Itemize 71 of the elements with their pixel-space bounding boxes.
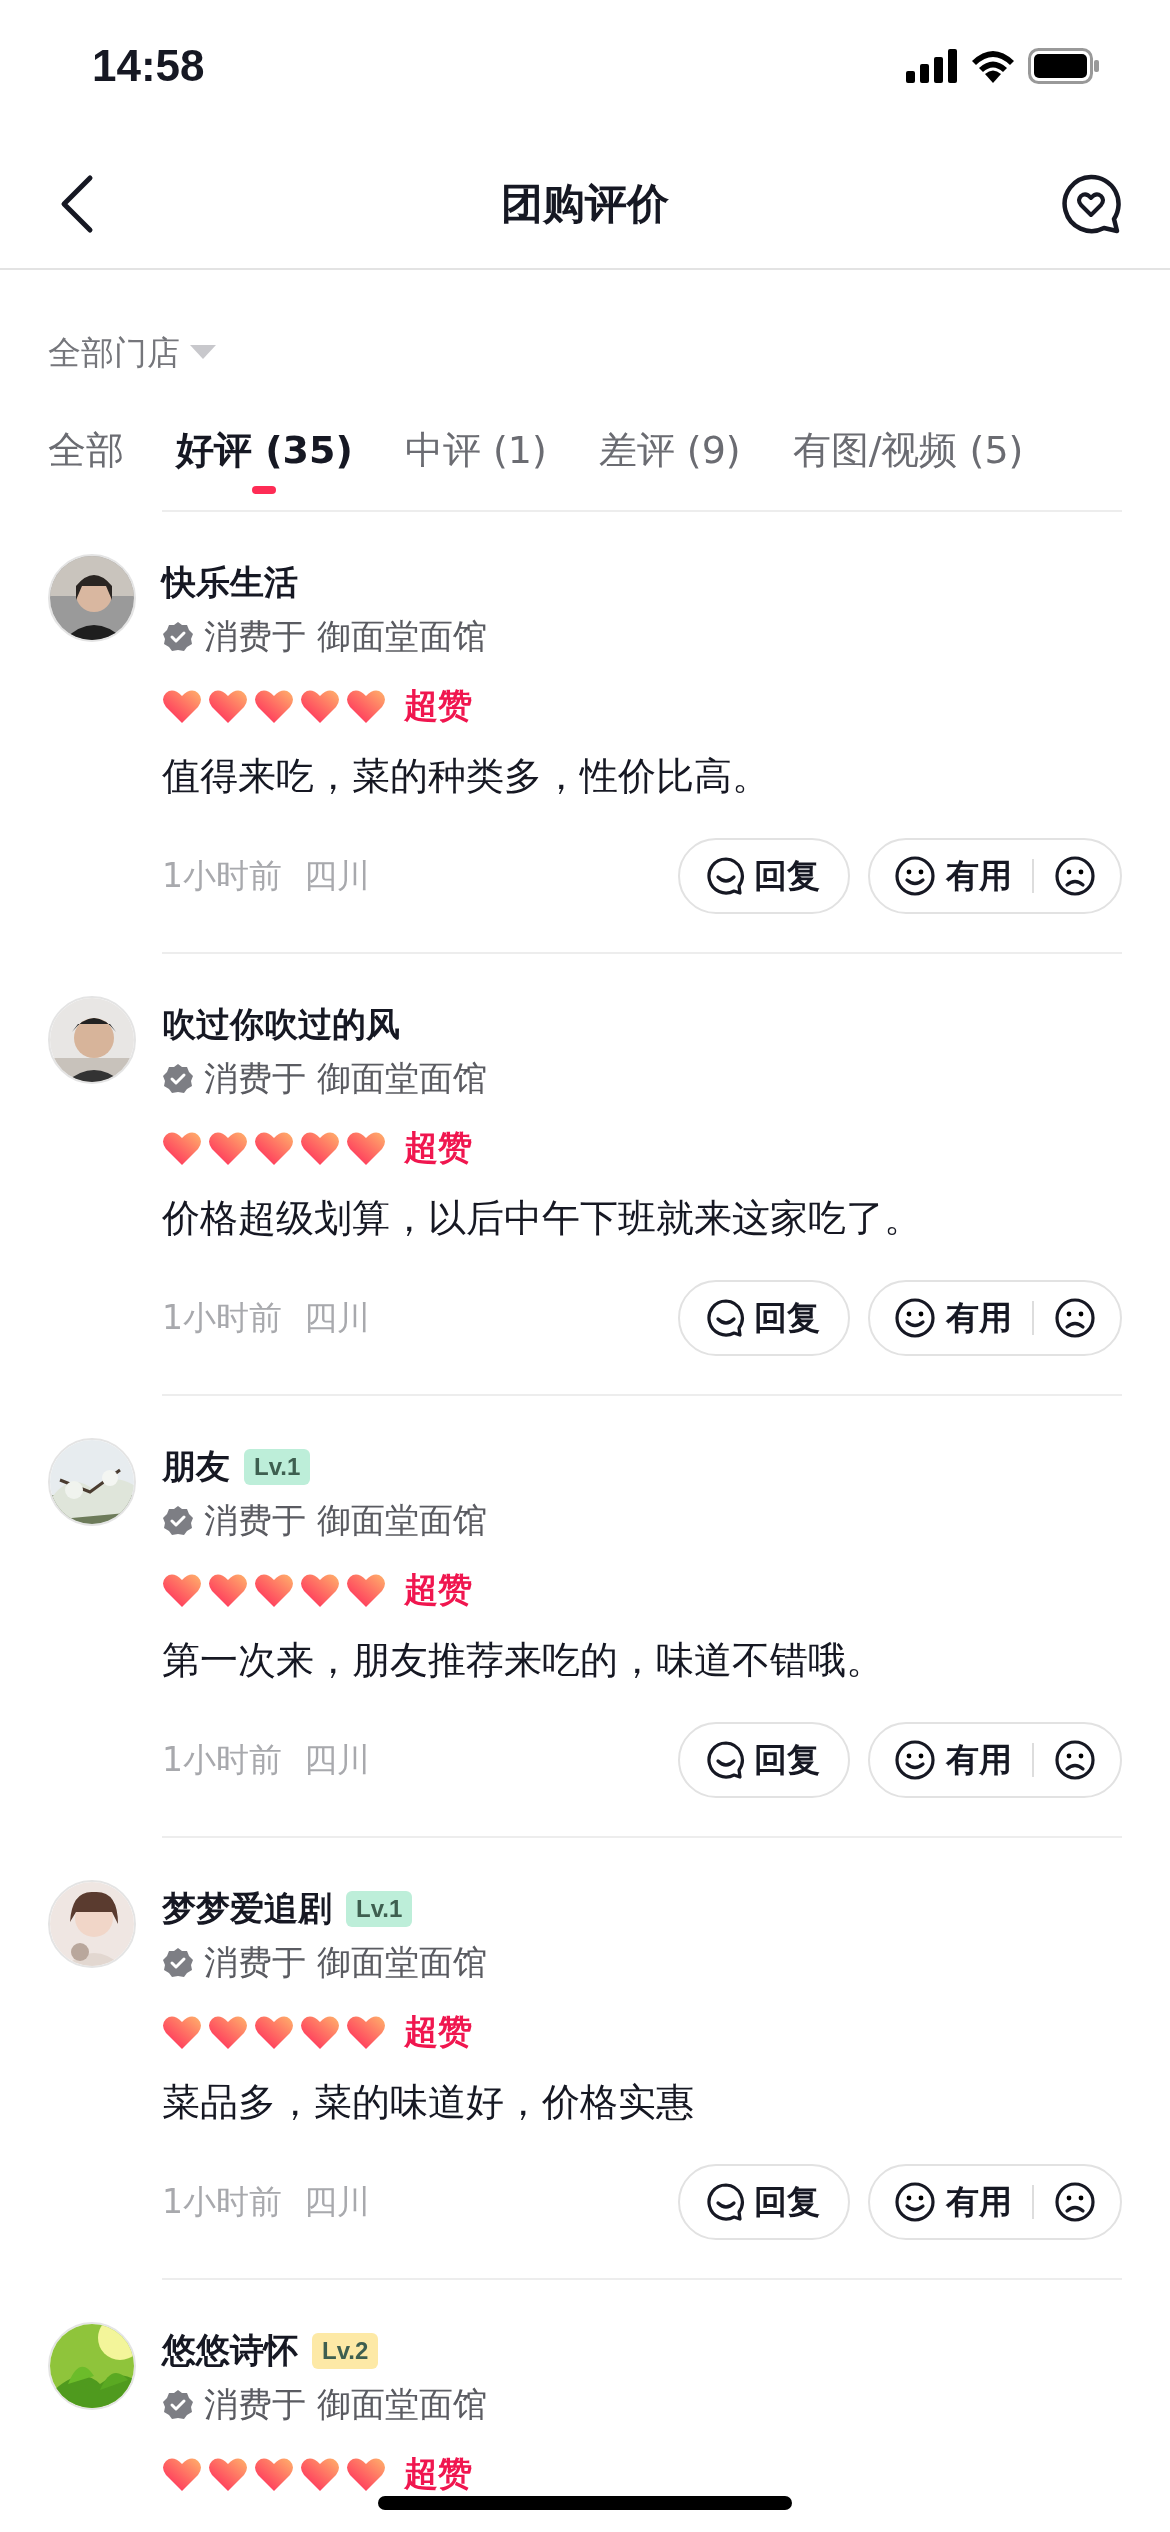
battery-icon (1028, 48, 1100, 84)
smile-icon (894, 855, 936, 897)
status-time: 14:58 (92, 41, 205, 91)
review-text: 第一次来，朋友推荐来吃的，味道不错哦。 (162, 1637, 885, 1684)
dislike-button[interactable] (1054, 2181, 1096, 2223)
review-time: 1小时前 (162, 1296, 282, 1339)
frown-icon (1054, 1297, 1096, 1339)
dislike-button[interactable] (1054, 1297, 1096, 1339)
reply-button[interactable]: 回复 (678, 2164, 850, 2240)
user-name: 悠悠诗怀 (162, 2329, 298, 2372)
user-name: 梦梦爱追剧 (162, 1887, 332, 1930)
consumed-at-text: 消费于 御面堂面馆 (204, 2383, 487, 2426)
wifi-icon (970, 49, 1016, 83)
user-name: 朋友 (162, 1445, 230, 1488)
filter-tab[interactable]: 差评 (9) (598, 410, 741, 490)
rating-label: 超赞 (404, 2010, 472, 2053)
verified-icon (162, 1947, 194, 1979)
consumed-at-text: 消费于 御面堂面馆 (204, 1499, 487, 1542)
filter-tab[interactable]: 中评 (1) (404, 410, 547, 490)
store-filter[interactable]: 全部门店 (48, 330, 180, 376)
review-text: 值得来吃，菜的种类多，性价比高。 (162, 753, 771, 800)
signal-icon (906, 49, 958, 83)
frown-icon (1054, 1739, 1096, 1781)
smile-icon (894, 2181, 936, 2223)
filter-tab[interactable]: 全部 (48, 410, 124, 490)
smile-icon (894, 1297, 936, 1339)
chat-bubble-icon (706, 2182, 746, 2222)
dislike-button[interactable] (1054, 1739, 1096, 1781)
level-badge: Lv.1 (244, 1449, 311, 1485)
useful-button[interactable]: 有用 (894, 1295, 1012, 1341)
rating-label: 超赞 (404, 1568, 472, 1611)
frown-icon (1054, 855, 1096, 897)
chat-bubble-icon (706, 1740, 746, 1780)
review-time: 1小时前 (162, 1738, 282, 1781)
review-time: 1小时前 (162, 854, 282, 897)
reply-button[interactable]: 回复 (678, 1280, 850, 1356)
user-name: 吹过你吹过的风 (162, 1003, 400, 1046)
reply-button[interactable]: 回复 (678, 1722, 850, 1798)
dropdown-caret-icon (190, 345, 216, 361)
page-title: 团购评价 (501, 179, 669, 228)
verified-icon (162, 621, 194, 653)
dislike-button[interactable] (1054, 855, 1096, 897)
frown-icon (1054, 2181, 1096, 2223)
filter-tab[interactable]: 有图/视频 (5) (792, 410, 1024, 490)
level-badge: Lv.2 (312, 2333, 379, 2369)
review-location: 四川 (304, 1296, 370, 1339)
review-location: 四川 (304, 1738, 370, 1781)
user-name: 快乐生活 (162, 561, 298, 604)
rating-label: 超赞 (404, 1126, 472, 1169)
consumed-at-text: 消费于 御面堂面馆 (204, 1057, 487, 1100)
chat-bubble-icon (706, 856, 746, 896)
chat-bubble-icon (706, 1298, 746, 1338)
consumed-at-text: 消费于 御面堂面馆 (204, 1941, 487, 1984)
useful-button[interactable]: 有用 (894, 2179, 1012, 2225)
chat-heart-button[interactable] (1060, 173, 1122, 235)
review-text: 菜品多，菜的味道好，价格实惠 (162, 2079, 695, 2126)
rating-label: 超赞 (404, 684, 472, 727)
review-text: 价格超级划算，以后中午下班就来这家吃了。 (162, 1195, 923, 1242)
consumed-at-text: 消费于 御面堂面馆 (204, 615, 487, 658)
verified-icon (162, 1505, 194, 1537)
verified-icon (162, 1063, 194, 1095)
review-location: 四川 (304, 2180, 370, 2223)
useful-button[interactable]: 有用 (894, 853, 1012, 899)
useful-button[interactable]: 有用 (894, 1737, 1012, 1783)
smile-icon (894, 1739, 936, 1781)
review-time: 1小时前 (162, 2180, 282, 2223)
rating-label: 超赞 (404, 2452, 472, 2495)
review-location: 四川 (304, 854, 370, 897)
verified-icon (162, 2389, 194, 2421)
reply-button[interactable]: 回复 (678, 838, 850, 914)
level-badge: Lv.1 (346, 1891, 413, 1927)
